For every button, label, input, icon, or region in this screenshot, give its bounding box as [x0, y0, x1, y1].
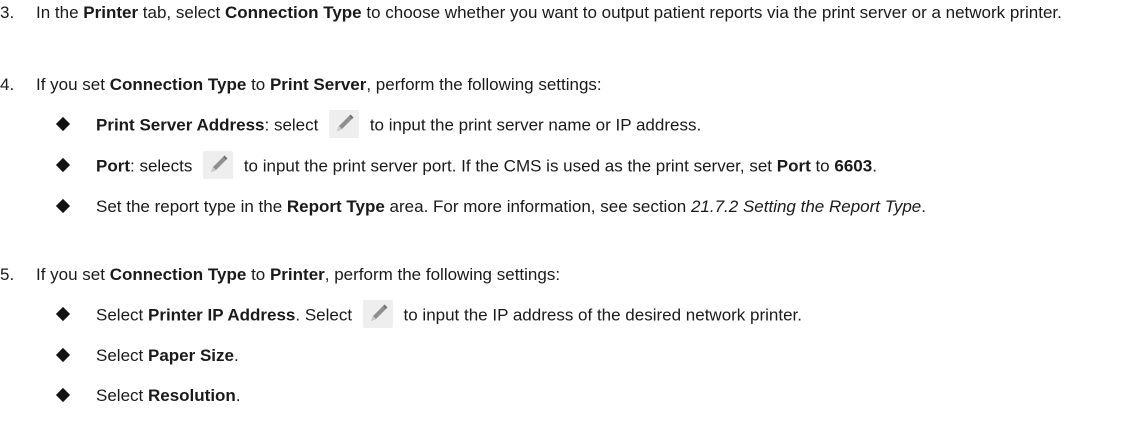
- text-run: : selects: [130, 156, 198, 176]
- step-text: In the Printer tab, select Connection Ty…: [36, 3, 1062, 22]
- pencil-edit-icon[interactable]: [362, 300, 393, 328]
- diamond-bullet-icon: [55, 347, 71, 363]
- diamond-bullet-icon: [55, 157, 71, 173]
- text-run: .: [235, 386, 241, 405]
- text-run: Paper Size: [147, 346, 234, 365]
- text-run: 21.7.2 Setting the Report Type: [690, 197, 922, 216]
- diamond-bullet-icon: [55, 306, 71, 322]
- bullet-resolution: Select Resolution.: [55, 385, 1117, 407]
- step-5: 5. If you set Connection Type to Printer,…: [0, 264, 1117, 286]
- pencil-edit-icon[interactable]: [329, 110, 360, 138]
- bullet-text: Print Server Address: select to input th…: [96, 110, 1117, 138]
- step-text: If you set Connection Type to Printer, p…: [36, 265, 560, 284]
- text-run: Port: [776, 156, 811, 176]
- step-4: 4. If you set Connection Type to Print Se…: [0, 74, 1117, 96]
- bullet-print-server-address: Print Server Address: select to input th…: [55, 110, 1117, 138]
- text-run: Resolution: [147, 386, 236, 405]
- text-run: to: [810, 156, 835, 176]
- text-run: Printer: [269, 265, 325, 284]
- step-3: 3. In the Printer tab, select Connection …: [0, 2, 1117, 24]
- text-run: Select: [96, 346, 148, 365]
- text-run: Print Server: [269, 75, 367, 94]
- text-run: Connection Type: [109, 75, 247, 94]
- text-run: to choose whether you want to output pat…: [361, 3, 1062, 22]
- bullet-report-type: Set the report type in the Report Type a…: [55, 196, 1117, 218]
- bullet-text: Select Printer IP Address. Select to inp…: [96, 300, 1117, 328]
- bullet-text: Set the report type in the Report Type a…: [96, 196, 1117, 218]
- text-run: to input the IP address of the desired n…: [398, 305, 802, 325]
- text-run: Print Server Address: [96, 115, 265, 135]
- bullet-text: Port: selects to input the print server …: [96, 151, 1117, 179]
- text-run: .: [233, 346, 239, 365]
- bullet-port: Port: selects to input the print server …: [55, 151, 1117, 179]
- step-number: 5.: [0, 265, 15, 284]
- text-run: Printer: [83, 3, 139, 22]
- text-run: to input the print server name or IP add…: [365, 115, 702, 135]
- bullet-text: Select Resolution.: [96, 385, 1117, 407]
- text-run: If you set: [36, 75, 110, 94]
- text-run: Port: [96, 156, 130, 176]
- step-number: 3.: [0, 3, 15, 22]
- text-run: Set the report type in the: [96, 197, 287, 216]
- bullet-printer-ip: Select Printer IP Address. Select to inp…: [55, 300, 1117, 328]
- text-run: Printer IP Address: [147, 305, 296, 325]
- text-run: Connection Type: [109, 265, 247, 284]
- step-text: If you set Connection Type to Print Serv…: [36, 75, 602, 94]
- text-run: , perform the following settings:: [366, 75, 602, 94]
- text-run: to input the print server port. If the C…: [239, 156, 777, 176]
- text-run: to: [246, 75, 270, 94]
- text-run: area. For more information, see section: [384, 197, 691, 216]
- text-run: .: [921, 197, 926, 216]
- bullet-text: Select Paper Size.: [96, 345, 1117, 367]
- pencil-edit-icon[interactable]: [203, 151, 234, 179]
- diamond-bullet-icon: [55, 198, 71, 214]
- text-run: Connection Type: [225, 3, 362, 22]
- text-run: 6603: [834, 156, 873, 176]
- text-run: tab, select: [138, 3, 225, 22]
- text-run: In the: [36, 3, 84, 22]
- text-run: Select: [96, 305, 148, 325]
- text-run: .: [872, 156, 877, 176]
- text-run: If you set: [36, 265, 110, 284]
- text-run: , perform the following settings:: [324, 265, 561, 284]
- text-run: . Select: [295, 305, 357, 325]
- text-run: to: [246, 265, 270, 284]
- text-run: : select: [264, 115, 324, 135]
- diamond-bullet-icon: [55, 387, 71, 403]
- text-run: Report Type: [286, 197, 385, 216]
- text-run: Select: [96, 386, 148, 405]
- bullet-paper-size: Select Paper Size.: [55, 345, 1117, 367]
- step-number: 4.: [0, 75, 15, 94]
- diamond-bullet-icon: [55, 116, 71, 132]
